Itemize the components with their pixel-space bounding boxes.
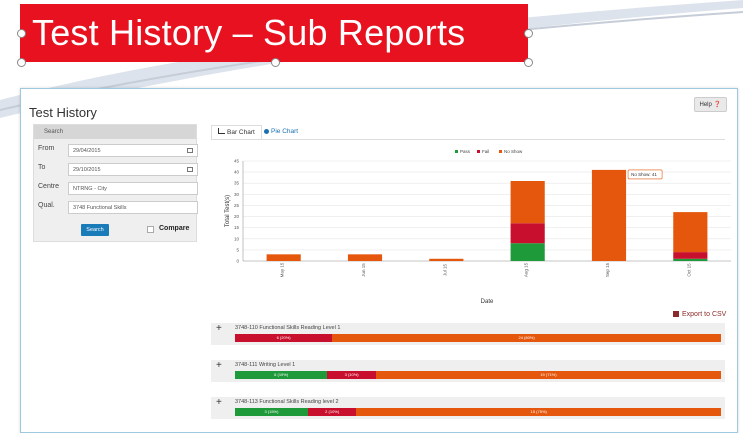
from-label: From	[38, 145, 55, 152]
bar-segment-noshow: 15 (75%)	[356, 408, 721, 416]
bar-segment	[510, 181, 545, 224]
x-axis-label: Date	[481, 299, 494, 305]
legend-label: Pass	[460, 149, 471, 154]
legend-swatch	[455, 150, 458, 153]
chart-tooltip-text: No Show: 41	[631, 172, 657, 177]
bar-segment	[266, 254, 301, 261]
export-csv-link[interactable]: Export to CSV	[673, 311, 726, 318]
x-tick-label: Aug 15	[524, 262, 529, 277]
y-tick-label: 15	[234, 225, 240, 230]
y-tick-label: 20	[234, 214, 240, 219]
search-panel: Search From 29/04/2015 To 29/10/2015 Cen…	[33, 124, 198, 242]
sub-report-progress-bar: 6 (19%) 3 (10%) 19 (71%)	[235, 371, 721, 379]
x-tick-label: Jul 15	[442, 264, 447, 277]
y-tick-label: 5	[236, 247, 239, 252]
bar-segment	[510, 223, 545, 244]
bar-chart-icon	[218, 128, 225, 134]
sub-report-row[interactable]: +3748-113 Functional Skills Reading leve…	[211, 397, 725, 419]
expand-icon[interactable]: +	[216, 360, 222, 371]
tab-bar-chart[interactable]: Bar Chart	[211, 125, 262, 140]
resize-handle[interactable]	[17, 29, 26, 38]
bar-segment-fail: 3 (10%)	[327, 371, 376, 379]
to-label: To	[38, 164, 46, 171]
bar-segment	[429, 258, 464, 261]
bar-segment	[510, 243, 545, 261]
y-tick-label: 35	[234, 181, 240, 186]
page-title: Test History	[29, 105, 97, 120]
from-row: From 29/04/2015	[38, 144, 198, 157]
tab-bar-chart-label: Bar Chart	[227, 129, 255, 136]
centre-value: NTRNG - City	[73, 186, 107, 192]
qual-row: Qual. 3748 Functional Skills	[38, 201, 198, 214]
centre-input[interactable]: NTRNG - City	[68, 182, 198, 195]
bar-segment-pass: 3 (15%)	[235, 408, 308, 416]
bar-segment	[591, 169, 627, 261]
x-tick-label: Oct 15	[686, 263, 691, 277]
bar-segment	[347, 254, 383, 261]
qual-value: 3748 Functional Skills	[73, 205, 127, 211]
resize-handle[interactable]	[524, 29, 533, 38]
bar-segment-fail: 6 (20%)	[235, 334, 333, 342]
resize-handle[interactable]	[271, 58, 280, 67]
sub-report-title: 3748-110 Functional Skills Reading Level…	[235, 325, 341, 331]
slide-title: Test History – Sub Reports	[32, 12, 466, 53]
sub-report-title: 3748-113 Functional Skills Reading level…	[235, 399, 339, 405]
legend-label: No Show	[504, 149, 523, 154]
export-csv-label: Export to CSV	[682, 311, 727, 318]
compare-label: Compare	[159, 225, 190, 232]
sub-report-progress-bar: 6 (20%) 24 (80%)	[235, 334, 721, 342]
bar-segment	[673, 252, 708, 259]
expand-icon[interactable]: +	[216, 397, 222, 408]
legend-label: Fail	[482, 149, 489, 154]
bar-segment-noshow: 19 (71%)	[375, 371, 721, 379]
from-date-value: 29/04/2015	[73, 148, 101, 154]
bar-segment-pass: 6 (19%)	[235, 371, 328, 379]
bar-segment-fail: 2 (10%)	[307, 408, 357, 416]
to-row: To 29/10/2015	[38, 163, 198, 176]
calendar-icon[interactable]	[187, 167, 193, 172]
y-tick-label: 10	[234, 236, 240, 241]
qual-input[interactable]: 3748 Functional Skills	[68, 201, 198, 214]
sub-report-row[interactable]: +3748-111 Writing Level 1 6 (19%) 3 (10%) 1…	[211, 360, 725, 382]
sub-report-title: 3748-111 Writing Level 1	[235, 362, 296, 368]
export-icon	[673, 311, 679, 318]
search-panel-header: Search	[34, 125, 196, 139]
calendar-icon[interactable]	[187, 148, 193, 153]
y-axis-label: Total Test(s)	[225, 195, 231, 227]
legend-swatch	[477, 150, 480, 153]
resize-handle[interactable]	[17, 58, 26, 67]
bar-segment-noshow: 24 (80%)	[332, 334, 721, 342]
expand-icon[interactable]: +	[216, 323, 222, 334]
sub-report-row[interactable]: +3748-110 Functional Skills Reading Leve…	[211, 323, 725, 345]
test-history-bar-chart: Pass Fail No Show 0 5 10 15 20 25 30 35 40 45 Total T…	[225, 149, 731, 305]
app-screenshot: Help ❓ Test History Search From 29/04/20…	[20, 88, 738, 433]
y-tick-label: 0	[236, 259, 239, 264]
help-button[interactable]: Help ❓	[693, 97, 727, 112]
slide-title-banner: Test History – Sub Reports	[20, 4, 528, 62]
pie-chart-icon	[264, 128, 269, 134]
to-date-value: 29/10/2015	[73, 167, 101, 173]
y-tick-label: 30	[234, 192, 240, 197]
tab-pie-chart-label: Pie Chart	[271, 128, 299, 135]
x-tick-label: Jun 15	[361, 263, 366, 277]
to-date-input[interactable]: 29/10/2015	[68, 163, 198, 176]
search-button[interactable]: Search	[81, 224, 109, 236]
from-date-input[interactable]: 29/04/2015	[68, 144, 198, 157]
bar-segment	[673, 212, 708, 253]
x-tick-label: May 15	[280, 262, 285, 277]
tab-pie-chart[interactable]: Pie Chart	[264, 125, 298, 139]
tab-underline	[211, 139, 725, 140]
y-tick-label: 25	[234, 203, 240, 208]
legend-swatch	[499, 150, 502, 153]
centre-row: Centre NTRNG - City	[38, 182, 198, 195]
y-tick-label: 40	[234, 170, 240, 175]
bar-segment	[673, 258, 708, 261]
compare-checkbox[interactable]	[147, 226, 154, 233]
sub-report-progress-bar: 3 (15%) 2 (10%) 15 (75%)	[235, 408, 721, 416]
centre-label: Centre	[38, 183, 60, 190]
x-tick-label: Sep 15	[605, 262, 610, 277]
y-tick-label: 45	[234, 159, 240, 164]
resize-handle[interactable]	[524, 58, 533, 67]
qual-label: Qual.	[38, 202, 55, 209]
